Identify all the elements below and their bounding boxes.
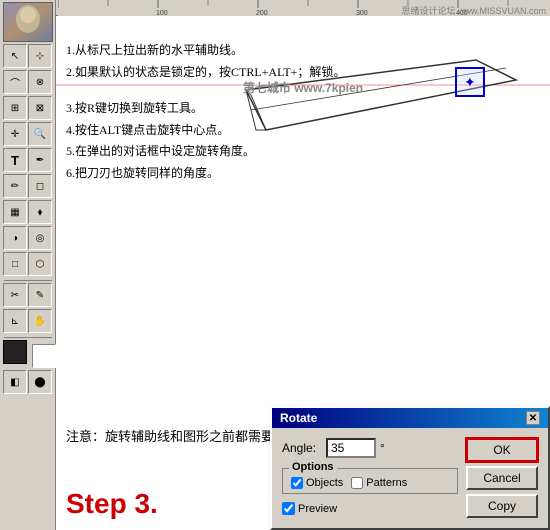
move-tool[interactable]: ✛	[3, 122, 27, 146]
patterns-checkbox[interactable]	[351, 477, 363, 489]
instruction-3: 3.按R键切换到旋转工具。	[66, 98, 540, 120]
lasso-tool[interactable]: ⌒	[3, 70, 27, 94]
ok-button[interactable]: OK	[466, 438, 538, 462]
svg-text:100: 100	[156, 10, 168, 16]
dodge-tool[interactable]: ◑	[3, 226, 27, 250]
tool-group-mask: ◧ ⬤	[3, 370, 52, 394]
instruction-6: 6.把刀刃也旋转同样的角度。	[66, 163, 540, 185]
options-checkboxes: Objects Patterns	[291, 477, 449, 489]
objects-label: Objects	[306, 477, 343, 489]
scissors-tool[interactable]: ✂	[3, 283, 27, 307]
tool-group-10: ✂ ✎	[3, 283, 52, 307]
tool-group-9: □ ⬡	[3, 252, 52, 276]
instruction-4: 4.按住ALT键点击旋转中心点。	[66, 120, 540, 142]
tool-group-2: ⌒ ⊗	[3, 70, 52, 94]
normal-mode[interactable]: ◧	[3, 370, 27, 394]
angle-row: Angle: °	[282, 438, 458, 458]
step-label: Step 3.	[66, 488, 158, 520]
eraser-tool[interactable]: ◻	[28, 174, 52, 198]
pen-tool[interactable]: ✒	[28, 148, 52, 172]
hand-tool[interactable]: ✋	[28, 309, 52, 333]
text-tool[interactable]: T	[3, 148, 27, 172]
content-area: 思绪设计论坛 www.MISSVUAN.com 100 200 300 400	[56, 0, 550, 530]
foreground-color[interactable]	[3, 340, 27, 364]
tool-group-6: ✏ ◻	[3, 174, 52, 198]
shape-tool[interactable]: □	[3, 252, 27, 276]
cancel-button[interactable]: Cancel	[466, 466, 538, 490]
patterns-option: Patterns	[351, 477, 407, 489]
crop-tool[interactable]: ⊞	[3, 96, 27, 120]
dialog-content: Angle: ° Options Objects	[272, 428, 548, 528]
instructions-container: 1.从标尺上拉出新的水平辅助线。 2.如果默认的状态是锁定的，按CTRL+ALT…	[66, 40, 540, 185]
copy-button[interactable]: Copy	[466, 494, 538, 518]
dialog-title-bar: Rotate ✕	[272, 408, 548, 428]
zoom-tool[interactable]: 🔍	[28, 122, 52, 146]
tool-group-4: ✛ 🔍	[3, 122, 52, 146]
watermark-text: 思绪设计论坛 www.MISSVUAN.com	[401, 6, 546, 16]
toolbar-divider	[4, 280, 52, 281]
gradient-tool[interactable]: ▦	[3, 200, 27, 224]
path-tool[interactable]: ⬡	[28, 252, 52, 276]
objects-checkbox[interactable]	[291, 477, 303, 489]
mask-mode[interactable]: ⬤	[28, 370, 52, 394]
angle-label: Angle:	[282, 441, 322, 455]
instruction-1: 1.从标尺上拉出新的水平辅助线。	[66, 40, 540, 62]
magic-wand-tool[interactable]: ⊗	[28, 70, 52, 94]
blur-tool[interactable]: ◎	[28, 226, 52, 250]
select-tool[interactable]: ⊹	[28, 44, 52, 68]
objects-option: Objects	[291, 477, 343, 489]
watermark: 思绪设计论坛 www.MISSVUAN.com	[401, 4, 546, 17]
dialog-right-panel: OK Cancel Copy	[466, 438, 538, 518]
preview-row: Preview	[282, 502, 458, 515]
watermark-city: 第七城市 www.7kpien	[243, 81, 363, 95]
preview-checkbox[interactable]	[282, 502, 295, 515]
main-container: ↖ ⊹ ⌒ ⊗ ⊞ ⊠ ✛ 🔍 T ✒ ✏ ◻ ▦ ⬧ ◑ ◎	[0, 0, 550, 530]
tool-group-3: ⊞ ⊠	[3, 96, 52, 120]
toolbar-divider-2	[4, 337, 52, 338]
dialog-close-button[interactable]: ✕	[526, 411, 540, 425]
options-legend: Options	[289, 461, 337, 473]
fill-tool[interactable]: ⬧	[28, 200, 52, 224]
tool-group-7: ▦ ⬧	[3, 200, 52, 224]
measure-tool[interactable]: ⊾	[3, 309, 27, 333]
tool-avatar	[3, 2, 53, 42]
arrow-tool[interactable]: ↖	[3, 44, 27, 68]
dialog-title-text: Rotate	[280, 411, 317, 425]
background-color[interactable]	[32, 344, 56, 368]
svg-text:200: 200	[256, 10, 268, 16]
dialog-left-panel: Angle: ° Options Objects	[282, 438, 458, 518]
patterns-label: Patterns	[366, 477, 407, 489]
preview-label: Preview	[298, 503, 337, 515]
tool-group-8: ◑ ◎	[3, 226, 52, 250]
tool-group-fg-bg	[3, 340, 52, 368]
toolbar: ↖ ⊹ ⌒ ⊗ ⊞ ⊠ ✛ 🔍 T ✒ ✏ ◻ ▦ ⬧ ◑ ◎	[0, 0, 56, 530]
options-group: Options Objects Patterns	[282, 468, 458, 494]
tool-group-5: T ✒	[3, 148, 52, 172]
tool-group-11: ⊾ ✋	[3, 309, 52, 333]
degree-symbol: °	[380, 441, 385, 455]
rotate-dialog-overlay: Rotate ✕ Angle: ° Options	[270, 406, 550, 530]
note-tool[interactable]: ✎	[28, 283, 52, 307]
slice-tool[interactable]: ⊠	[28, 96, 52, 120]
tool-group-1: ↖ ⊹	[3, 44, 52, 68]
rotate-dialog: Rotate ✕ Angle: ° Options	[270, 406, 550, 530]
brush-tool[interactable]: ✏	[3, 174, 27, 198]
angle-input[interactable]	[326, 438, 376, 458]
instruction-5: 5.在弹出的对话框中设定旋转角度。	[66, 141, 540, 163]
svg-text:300: 300	[356, 10, 368, 16]
